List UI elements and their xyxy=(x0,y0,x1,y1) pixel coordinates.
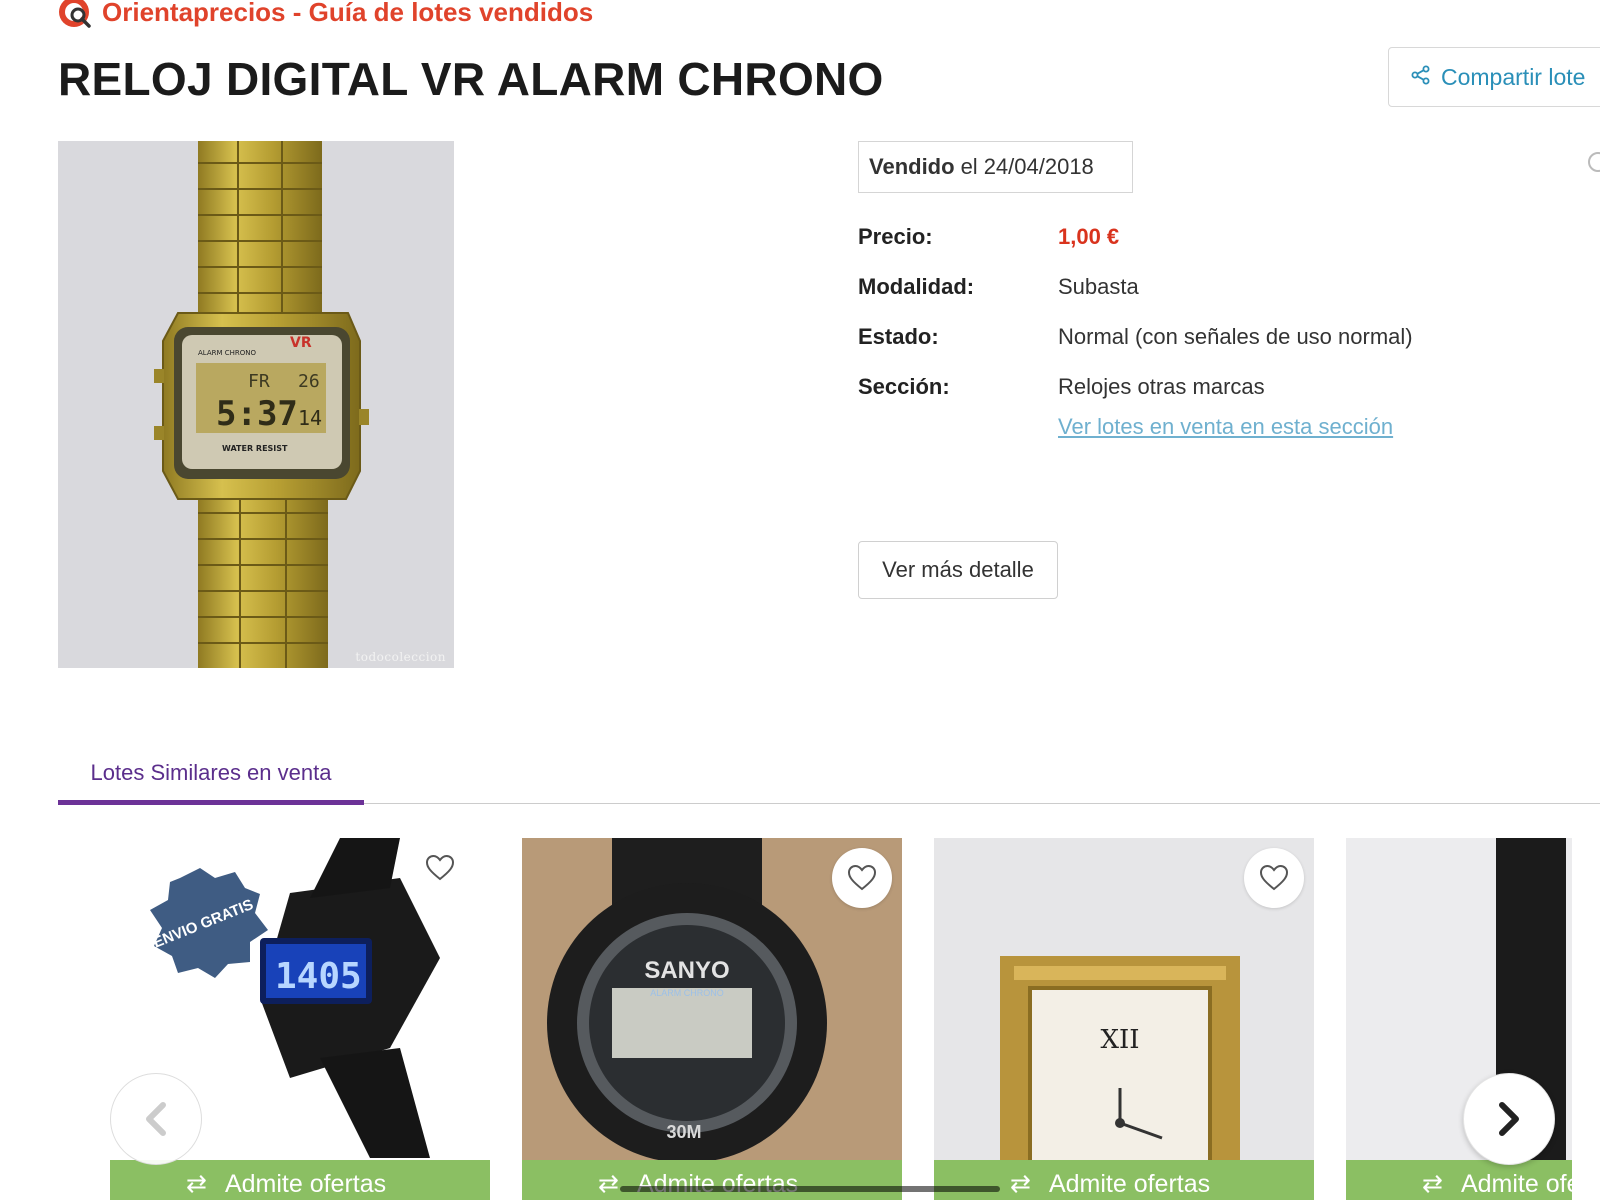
heart-icon xyxy=(847,864,877,891)
favorite-button[interactable] xyxy=(1244,848,1304,908)
chevron-left-icon xyxy=(146,1102,166,1136)
carousel-next-button[interactable] xyxy=(1463,1073,1555,1165)
sold-label: Vendido xyxy=(869,154,955,179)
detail-value: Normal (con señales de uso normal) xyxy=(1058,324,1413,349)
chevron-right-icon xyxy=(1499,1102,1519,1136)
more-detail-button[interactable]: Ver más detalle xyxy=(858,541,1058,599)
product-image[interactable]: ALARM CHRONO VR FR 26 5:37 14 WATER RESI… xyxy=(58,141,454,668)
swap-arrows-icon: ⇄ xyxy=(598,1170,619,1198)
watch-time: 5:37 xyxy=(216,394,298,434)
site-logo-icon[interactable] xyxy=(58,0,94,30)
page-title: RELOJ DIGITAL VR ALARM CHRONO xyxy=(58,53,884,105)
share-label: Compartir lote xyxy=(1441,63,1586,90)
favorite-button[interactable] xyxy=(410,838,470,898)
tab-similar-lots[interactable]: Lotes Similares en venta xyxy=(58,740,364,806)
carousel-prev-button[interactable] xyxy=(110,1073,202,1165)
detail-row-condition: Estado: Normal (con señales de uso norma… xyxy=(858,312,1413,362)
share-button[interactable]: Compartir lote xyxy=(1388,47,1600,107)
sold-date: 24/04/2018 xyxy=(983,154,1094,179)
sanyo-subtitle: ALARM CHRONO xyxy=(650,988,724,998)
offers-label: Admite ofertas xyxy=(1460,1169,1572,1198)
watch-seconds: 14 xyxy=(298,406,322,430)
site-title[interactable]: Orientaprecios - Guía de lotes vendidos xyxy=(102,0,593,28)
sanyo-depth: 30M xyxy=(666,1122,701,1142)
offers-bar[interactable]: ⇄ Admite ofertas xyxy=(110,1160,490,1200)
tab-active-indicator xyxy=(58,800,364,805)
watch-mark: VR xyxy=(290,335,312,351)
image-watermark: todocoleccion xyxy=(355,650,446,664)
detail-label: Estado: xyxy=(858,324,939,349)
heart-icon xyxy=(425,854,455,881)
detail-value: Subasta xyxy=(1058,274,1139,299)
clock-numeral: XII xyxy=(1100,1025,1139,1055)
offers-bar[interactable]: ⇄ Admite ofertas xyxy=(934,1160,1314,1200)
watch-footer: WATER RESIST xyxy=(222,444,288,453)
watch-brand-line: ALARM CHRONO xyxy=(198,349,257,357)
swap-arrows-icon: ⇄ xyxy=(1422,1170,1443,1198)
detail-label: Modalidad: xyxy=(858,274,975,299)
watch-date: 26 xyxy=(298,371,320,392)
offers-label: Admite ofertas xyxy=(636,1169,799,1198)
home-indicator xyxy=(620,1186,1000,1192)
offers-bar[interactable]: ⇄ Admite ofertas xyxy=(1346,1160,1572,1200)
price-value: 1,00 € xyxy=(1058,224,1120,249)
offers-label: Admite ofertas xyxy=(224,1169,387,1198)
lot-details: Precio: 1,00 € Modalidad: Subasta Estado… xyxy=(858,212,1413,412)
detail-row-price: Precio: 1,00 € xyxy=(858,212,1413,262)
watch-day: FR xyxy=(248,371,270,392)
share-icon xyxy=(1411,64,1431,91)
detail-row-section: Sección: Relojes otras marcas xyxy=(858,362,1413,412)
gold-watch-image: ALARM CHRONO VR FR 26 5:37 14 WATER RESI… xyxy=(58,141,454,668)
similar-lot-card[interactable]: XII ⇄ Admite ofertas xyxy=(934,838,1314,1200)
site-header: Orientaprecios - Guía de lotes vendidos xyxy=(58,0,593,30)
lcd-text: 1405 xyxy=(275,956,362,997)
offers-label: Admite ofertas xyxy=(1048,1169,1211,1198)
swap-arrows-icon: ⇄ xyxy=(1010,1170,1031,1198)
detail-value: Relojes otras marcas xyxy=(1058,374,1265,399)
sold-connector: el xyxy=(960,154,978,179)
sold-date-box: Vendido el 24/04/2018 xyxy=(858,141,1133,193)
sanyo-brand: SANYO xyxy=(644,957,729,984)
heart-icon xyxy=(1259,864,1289,891)
section-lots-link[interactable]: Ver lotes en venta en esta sección xyxy=(1058,414,1393,440)
detail-label: Precio: xyxy=(858,224,933,249)
detail-label: Sección: xyxy=(858,374,950,399)
offers-bar[interactable]: ⇄ Admite ofertas xyxy=(522,1160,902,1200)
similar-lot-card[interactable]: SANYO ALARM CHRONO 30M ⇄ Admite ofertas xyxy=(522,838,902,1200)
detail-row-mode: Modalidad: Subasta xyxy=(858,262,1413,312)
favorite-button[interactable] xyxy=(832,848,892,908)
swap-arrows-icon: ⇄ xyxy=(186,1170,207,1198)
favorite-edge-icon[interactable] xyxy=(1588,152,1600,172)
